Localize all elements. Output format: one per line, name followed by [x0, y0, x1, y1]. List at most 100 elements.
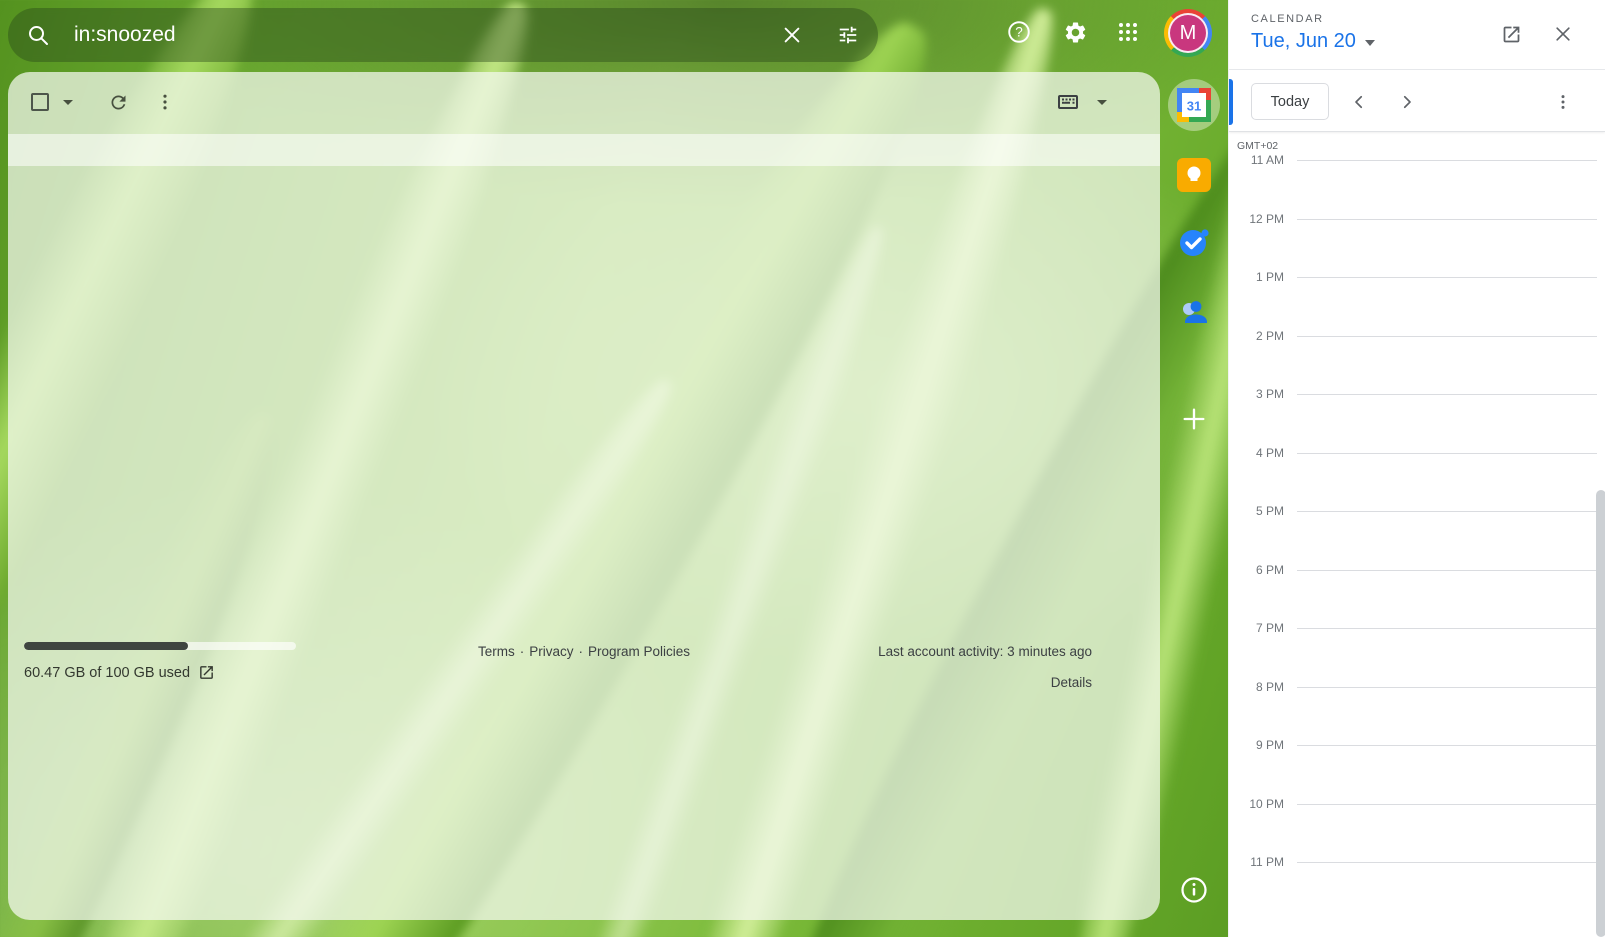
- calendar-hour-row[interactable]: 5 PM: [1229, 511, 1605, 512]
- calendar-hour-row[interactable]: 7 PM: [1229, 628, 1605, 629]
- calendar-hour-row[interactable]: 10 PM: [1229, 804, 1605, 805]
- calendar-panel: CALENDAR Tue, Jun 20 Today: [1228, 0, 1605, 937]
- svg-text:?: ?: [1015, 25, 1023, 40]
- calendar-hour-row[interactable]: 9 PM: [1229, 745, 1605, 746]
- calendar-time-grid[interactable]: GMT+02 11 AM12 PM1 PM2 PM3 PM4 PM5 PM6 P…: [1229, 132, 1605, 937]
- support-button[interactable]: ?: [998, 11, 1040, 53]
- mail-toolbar: [8, 72, 1160, 132]
- calendar-date-label: Tue, Jun 20: [1251, 30, 1356, 53]
- calendar-panel-header: CALENDAR Tue, Jun 20: [1229, 0, 1605, 70]
- calendar-hour-line: [1297, 160, 1597, 161]
- calendar-hour-line: [1297, 394, 1597, 395]
- refresh-button[interactable]: [98, 82, 138, 122]
- privacy-link[interactable]: Privacy: [529, 644, 573, 659]
- calendar-hour-row[interactable]: 1 PM: [1229, 277, 1605, 278]
- calendar-hour-line: [1297, 336, 1597, 337]
- calendar-hour-label: 9 PM: [1229, 738, 1284, 752]
- search-input[interactable]: [60, 23, 770, 47]
- info-icon: [1179, 875, 1209, 905]
- calendar-hour-line: [1297, 862, 1597, 863]
- close-side-panel-button[interactable]: [1543, 14, 1583, 54]
- last-activity-text: Last account activity: 3 minutes ago: [878, 644, 1092, 659]
- calendar-options-button[interactable]: [1543, 82, 1583, 122]
- calendar-hour-label: 2 PM: [1229, 329, 1284, 343]
- calendar-hour-label: 10 PM: [1229, 797, 1284, 811]
- active-tool-indicator: [1229, 79, 1233, 125]
- calendar-hour-line: [1297, 453, 1597, 454]
- more-vert-icon: [155, 92, 175, 112]
- today-button[interactable]: Today: [1251, 83, 1329, 120]
- calendar-hour-line: [1297, 687, 1597, 688]
- calendar-hour-row[interactable]: 12 PM: [1229, 219, 1605, 220]
- keyboard-icon: [1056, 90, 1080, 114]
- calendar-hour-row[interactable]: 6 PM: [1229, 570, 1605, 571]
- chevron-down-icon: [1365, 40, 1375, 46]
- calendar-hour-line: [1297, 219, 1597, 220]
- close-icon: [781, 24, 803, 46]
- search-button[interactable]: [16, 13, 60, 57]
- calendar-toolbar: Today: [1229, 70, 1605, 132]
- plus-icon: [1180, 405, 1208, 433]
- calendar-tab[interactable]: 31: [1168, 79, 1220, 131]
- calendar-hour-row[interactable]: 3 PM: [1229, 394, 1605, 395]
- previous-day-button[interactable]: [1339, 82, 1379, 122]
- account-activity: Last account activity: 3 minutes ago Det…: [878, 644, 1092, 690]
- google-contacts-icon: [1178, 295, 1210, 327]
- calendar-hour-line: [1297, 804, 1597, 805]
- get-addons-button[interactable]: [1168, 393, 1220, 445]
- calendar-hour-line: [1297, 570, 1597, 571]
- search-filter-button[interactable]: [826, 13, 870, 57]
- details-link[interactable]: Details: [878, 675, 1092, 690]
- checkbox-icon: [31, 93, 49, 111]
- next-day-button[interactable]: [1387, 82, 1427, 122]
- tasks-tab[interactable]: [1168, 216, 1220, 268]
- open-calendar-in-new-tab-button[interactable]: [1491, 14, 1531, 54]
- storage-used-text: 60.47 GB of 100 GB used: [24, 665, 190, 681]
- apps-grid-icon: [1116, 20, 1140, 44]
- calendar-hour-label: 7 PM: [1229, 621, 1284, 635]
- open-in-new-icon[interactable]: [198, 664, 215, 681]
- google-keep-icon: [1177, 158, 1211, 192]
- google-tasks-icon: [1177, 225, 1211, 259]
- calendar-hour-row[interactable]: 8 PM: [1229, 687, 1605, 688]
- close-icon: [1553, 24, 1573, 44]
- calendar-hour-row[interactable]: 11 PM: [1229, 862, 1605, 863]
- input-tools-dropdown[interactable]: [1090, 82, 1114, 122]
- calendar-app-label: CALENDAR: [1251, 13, 1324, 25]
- google-apps-button[interactable]: [1107, 11, 1149, 53]
- mail-list-panel: 60.47 GB of 100 GB used Terms·Privacy·Pr…: [8, 72, 1160, 920]
- calendar-scrollbar[interactable]: [1596, 490, 1605, 937]
- calendar-hour-label: 5 PM: [1229, 504, 1284, 518]
- calendar-hour-label: 11 PM: [1229, 855, 1284, 869]
- side-panel-toolbar: 31: [1160, 0, 1228, 937]
- contacts-tab[interactable]: [1168, 285, 1220, 337]
- empty-list-row: [8, 134, 1160, 166]
- terms-link[interactable]: Terms: [478, 644, 515, 659]
- separator: ·: [515, 644, 530, 659]
- calendar-date-selector[interactable]: Tue, Jun 20: [1251, 30, 1375, 53]
- keep-tab[interactable]: [1168, 149, 1220, 201]
- chevron-down-icon: [1097, 100, 1107, 105]
- input-tools-button[interactable]: [1048, 82, 1088, 122]
- calendar-hour-line: [1297, 511, 1597, 512]
- gear-icon: [1063, 20, 1088, 45]
- search-bar[interactable]: [8, 8, 878, 62]
- calendar-hour-line: [1297, 628, 1597, 629]
- chevron-right-icon: [1398, 93, 1416, 111]
- calendar-hour-row[interactable]: 4 PM: [1229, 453, 1605, 454]
- select-all-checkbox[interactable]: [20, 82, 60, 122]
- calendar-hour-label: 11 AM: [1229, 153, 1284, 167]
- more-options-button[interactable]: [145, 82, 185, 122]
- clear-search-button[interactable]: [770, 13, 814, 57]
- open-in-new-icon: [1501, 24, 1522, 45]
- side-panel-info-button[interactable]: [1168, 864, 1220, 916]
- settings-button[interactable]: [1054, 11, 1096, 53]
- chevron-left-icon: [1350, 93, 1368, 111]
- more-vert-icon: [1553, 92, 1573, 112]
- select-dropdown-button[interactable]: [56, 82, 80, 122]
- calendar-hour-row[interactable]: 11 AM: [1229, 160, 1605, 161]
- calendar-hour-row[interactable]: 2 PM: [1229, 336, 1605, 337]
- svg-text:31: 31: [1187, 99, 1201, 114]
- program-policies-link[interactable]: Program Policies: [588, 644, 690, 659]
- calendar-hour-line: [1297, 277, 1597, 278]
